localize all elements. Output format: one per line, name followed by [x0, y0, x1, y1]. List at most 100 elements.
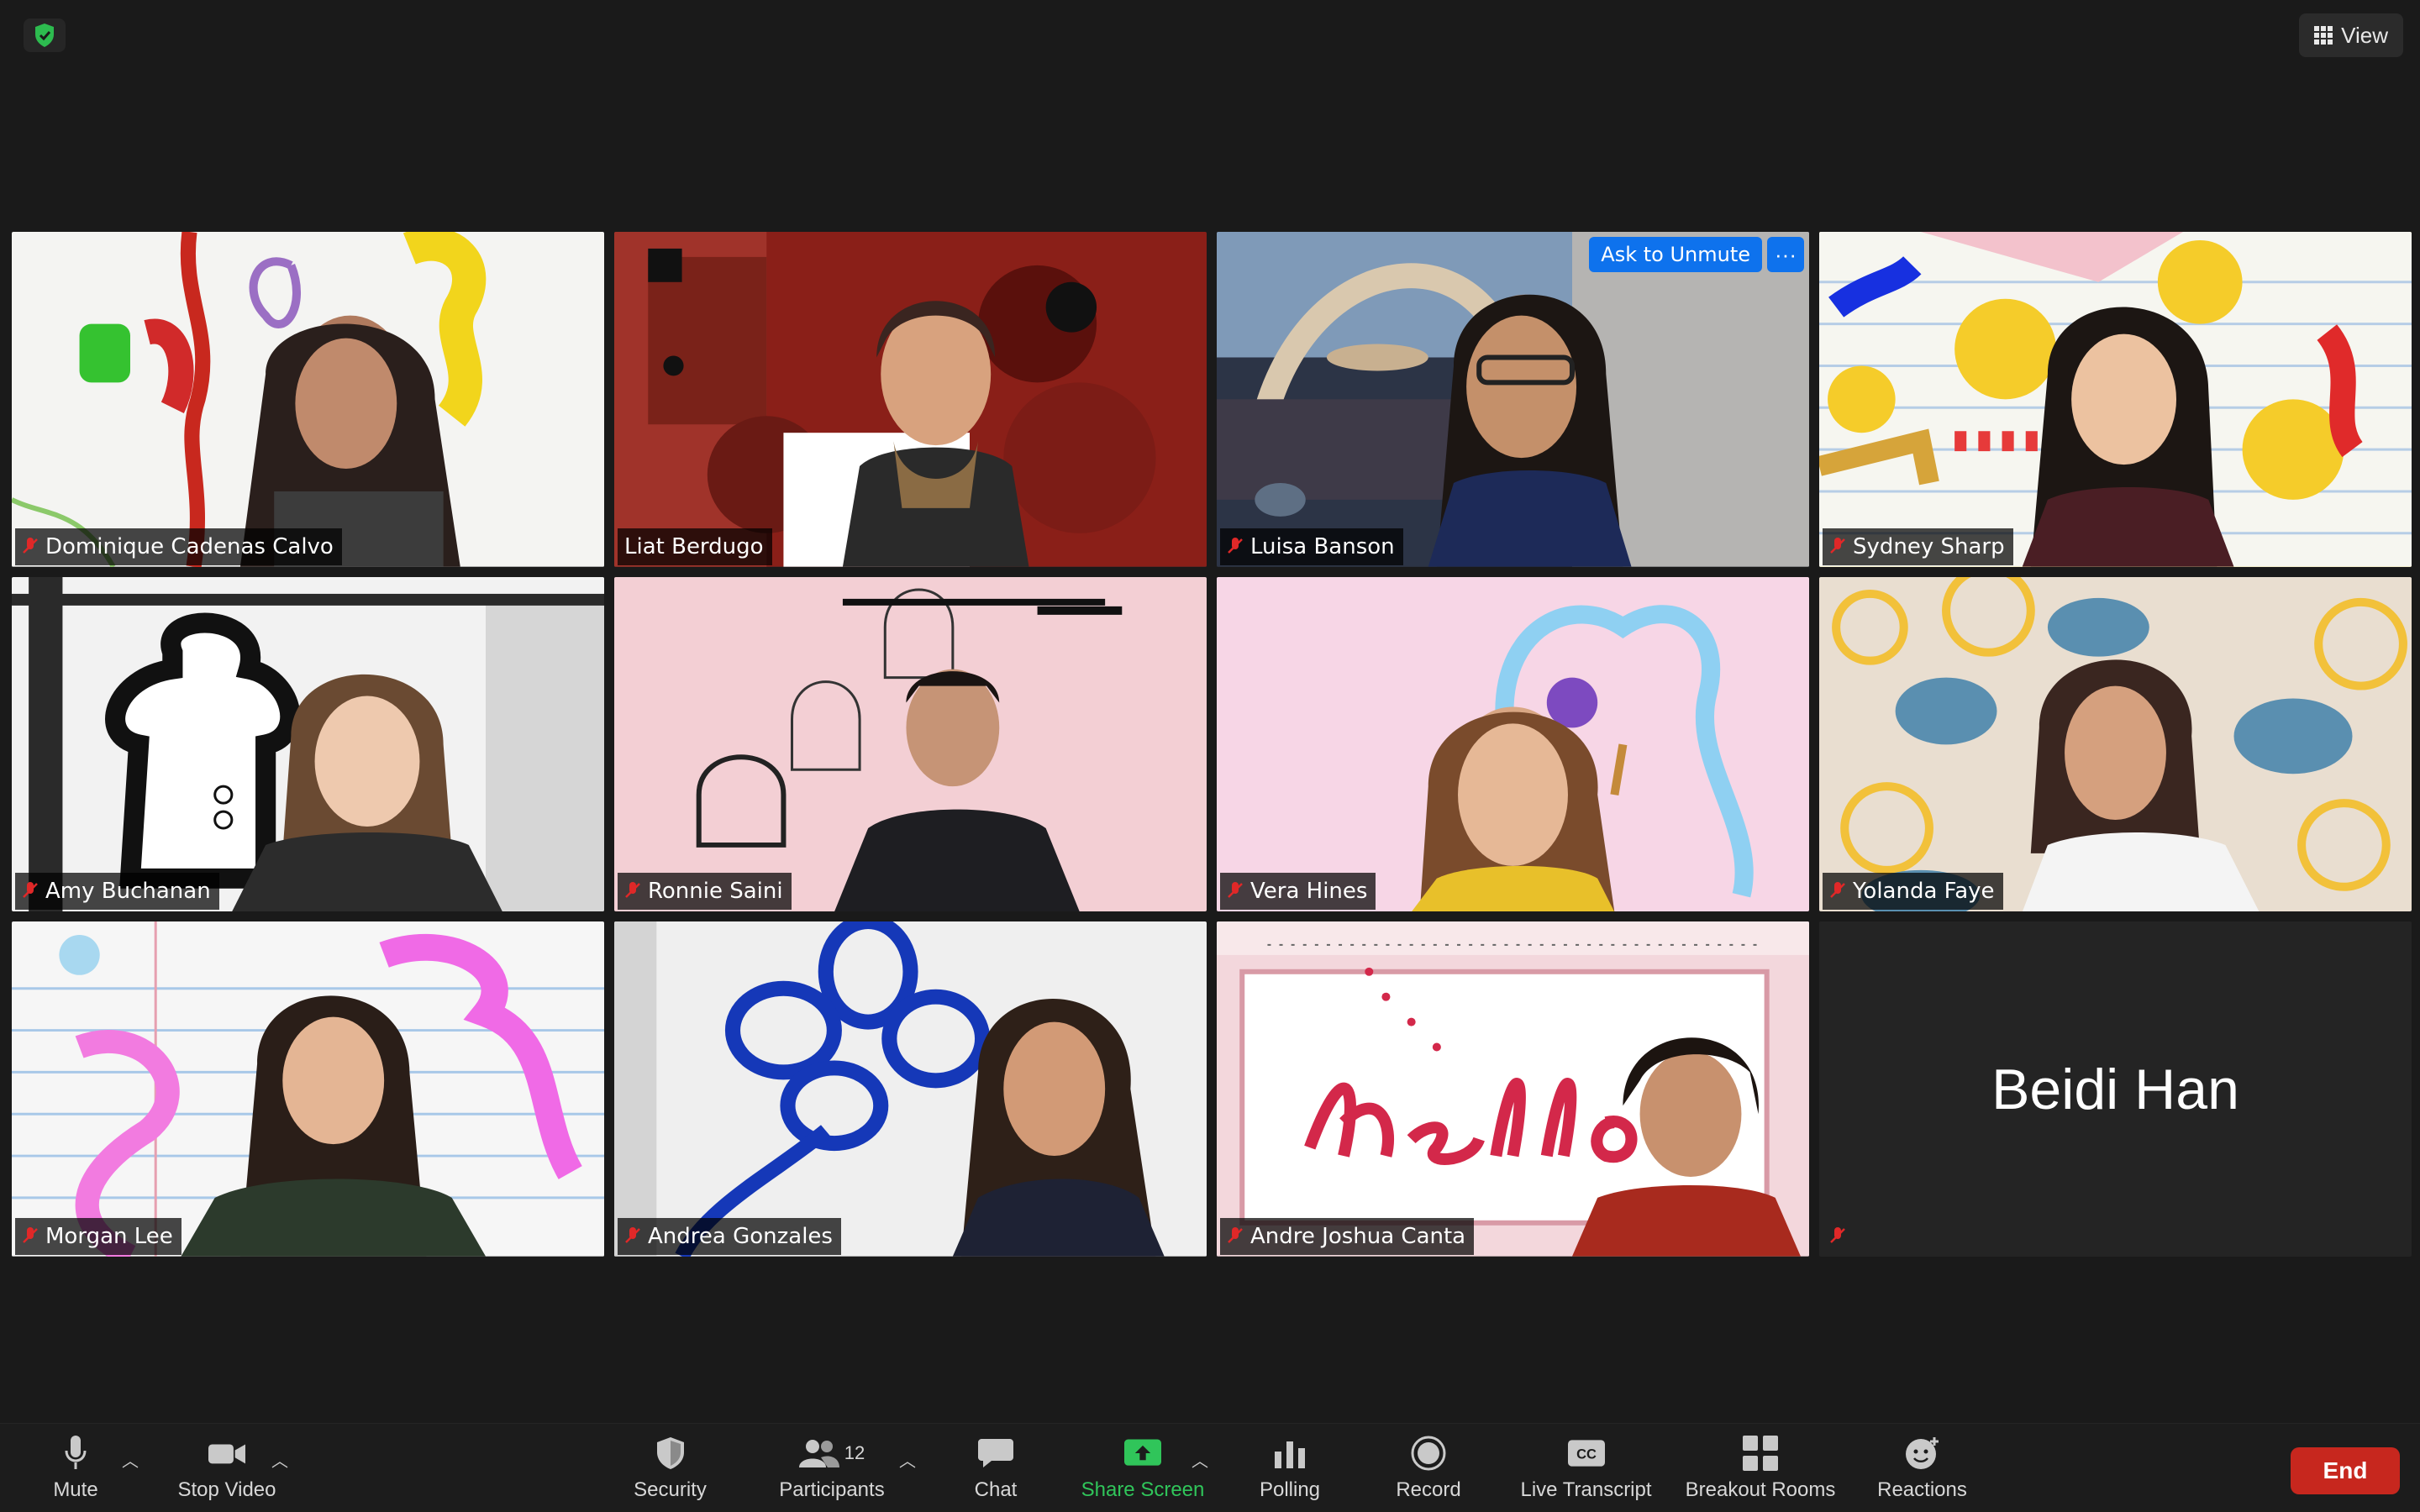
mute-button[interactable]: Mute	[42, 1424, 109, 1512]
video-tile[interactable]: Vera Hines	[1217, 576, 1809, 912]
more-options-button[interactable]: ···	[1767, 237, 1804, 272]
grid-view-icon	[2314, 26, 2333, 45]
chat-button[interactable]: Chat	[966, 1424, 1025, 1512]
participant-name-tag: Luisa Banson	[1220, 528, 1403, 565]
chat-bubble-icon	[977, 1435, 1014, 1472]
breakout-rooms-icon	[1742, 1435, 1779, 1472]
participant-display-name: Beidi Han	[1991, 1057, 2239, 1121]
mute-label: Mute	[53, 1478, 98, 1501]
video-off-tile[interactable]: Beidi Han	[1819, 921, 2412, 1257]
video-feed	[614, 232, 1207, 567]
video-tile[interactable]: Ronnie Saini	[614, 576, 1207, 912]
microphone-icon	[57, 1435, 94, 1472]
closed-captions-icon: CC	[1567, 1435, 1605, 1472]
bar-chart-icon	[1271, 1435, 1308, 1472]
muted-mic-icon	[1228, 882, 1243, 899]
record-label: Record	[1396, 1478, 1461, 1501]
muted-mic-icon	[1228, 1226, 1243, 1243]
stop-video-button[interactable]: Stop Video	[168, 1424, 286, 1512]
share-options-caret[interactable]: ︿	[1192, 1447, 1208, 1472]
ask-to-unmute-button[interactable]: Ask to Unmute	[1589, 237, 1762, 272]
gallery-view-grid: Dominique Cadenas Calvo Liat Berdugo Ask…	[12, 232, 2412, 1257]
video-tile[interactable]: Dominique Cadenas Calvo	[12, 232, 604, 567]
muted-mic-icon	[625, 882, 640, 899]
muted-mic-icon	[1830, 882, 1845, 899]
participant-name-tag: Liat Berdugo	[618, 528, 772, 565]
participant-name: Vera Hines	[1250, 879, 1368, 905]
participant-name: Liat Berdugo	[624, 533, 764, 559]
participant-name: Luisa Banson	[1250, 533, 1395, 559]
ellipsis-icon: ···	[1775, 241, 1797, 267]
participants-options-caret[interactable]: ︿	[899, 1447, 916, 1472]
participant-name: Andrea Gonzales	[648, 1223, 833, 1249]
video-feed	[1819, 576, 2412, 912]
encryption-shield-icon[interactable]	[24, 18, 66, 52]
video-tile[interactable]: Ask to Unmute ··· Luisa Banson	[1217, 232, 1809, 567]
stop-video-label: Stop Video	[177, 1478, 276, 1501]
video-feed	[1819, 232, 2412, 567]
record-button[interactable]: Record	[1391, 1424, 1466, 1512]
participant-name-tag	[1823, 1218, 1854, 1255]
live-transcript-button[interactable]: CC Live Transcript	[1512, 1424, 1660, 1512]
video-feed	[12, 921, 604, 1257]
muted-mic-icon	[23, 882, 38, 899]
participants-label: Participants	[779, 1478, 885, 1501]
participant-name-tag: Dominique Cadenas Calvo	[15, 528, 342, 565]
reactions-label: Reactions	[1877, 1478, 1967, 1501]
breakout-rooms-label: Breakout Rooms	[1685, 1478, 1836, 1501]
security-label: Security	[634, 1478, 707, 1501]
video-tile[interactable]: Andre Joshua Canta	[1217, 921, 1809, 1257]
video-feed	[1217, 576, 1809, 912]
live-transcript-label: Live Transcript	[1520, 1478, 1652, 1501]
participants-button[interactable]: 12 Participants	[773, 1424, 891, 1512]
meeting-toolbar: Mute ︿ Stop Video ︿ Security 12 Particip…	[0, 1423, 2420, 1512]
muted-mic-icon	[23, 1226, 38, 1243]
reaction-emoji-icon	[1904, 1435, 1941, 1472]
video-feed	[614, 576, 1207, 912]
participant-name-tag: Ronnie Saini	[618, 873, 792, 911]
audio-options-caret[interactable]: ︿	[122, 1447, 139, 1472]
video-tile[interactable]: Liat Berdugo	[614, 232, 1207, 567]
end-meeting-button[interactable]: End	[2291, 1447, 2400, 1494]
video-tile[interactable]: Andrea Gonzales	[614, 921, 1207, 1257]
video-feed	[1217, 921, 1809, 1257]
muted-mic-icon	[1830, 537, 1845, 554]
participant-name: Yolanda Faye	[1853, 879, 1995, 905]
video-tile[interactable]: Amy Buchanan	[12, 576, 604, 912]
svg-text:CC: CC	[1576, 1446, 1597, 1462]
muted-mic-icon	[1228, 537, 1243, 554]
share-screen-button[interactable]: Share Screen	[1076, 1424, 1210, 1512]
participant-name: Ronnie Saini	[648, 879, 783, 905]
participant-name-tag: Andrea Gonzales	[618, 1217, 841, 1255]
polling-button[interactable]: Polling	[1252, 1424, 1328, 1512]
participants-icon: 12	[798, 1435, 865, 1472]
video-feed	[12, 232, 604, 567]
record-icon	[1410, 1435, 1447, 1472]
participant-name-tag: Andre Joshua Canta	[1220, 1217, 1475, 1255]
share-screen-label: Share Screen	[1081, 1478, 1205, 1501]
participant-name-tag: Morgan Lee	[15, 1217, 182, 1255]
view-button[interactable]: View	[2299, 13, 2403, 57]
participant-name: Amy Buchanan	[45, 879, 211, 905]
video-camera-icon	[208, 1435, 245, 1472]
video-tile[interactable]: Yolanda Faye	[1819, 576, 2412, 912]
security-shield-icon	[652, 1435, 689, 1472]
muted-mic-icon	[23, 537, 38, 554]
video-tile[interactable]: Morgan Lee	[12, 921, 604, 1257]
participant-name-tag: Yolanda Faye	[1823, 873, 2003, 911]
reactions-button[interactable]: Reactions	[1870, 1424, 1975, 1512]
video-feed	[12, 576, 604, 912]
video-options-caret[interactable]: ︿	[271, 1447, 288, 1472]
video-tile-active-speaker[interactable]: Sydney Sharp	[1819, 232, 2412, 567]
view-label: View	[2341, 22, 2388, 48]
security-button[interactable]: Security	[622, 1424, 718, 1512]
participant-name: Morgan Lee	[45, 1223, 173, 1249]
breakout-rooms-button[interactable]: Breakout Rooms	[1681, 1424, 1840, 1512]
chat-label: Chat	[974, 1478, 1018, 1501]
video-feed	[1217, 232, 1809, 567]
muted-mic-icon	[625, 1226, 640, 1243]
participant-name-tag: Amy Buchanan	[15, 873, 219, 911]
video-feed	[614, 921, 1207, 1257]
participant-name-tag: Vera Hines	[1220, 873, 1376, 911]
participants-count: 12	[844, 1442, 865, 1463]
